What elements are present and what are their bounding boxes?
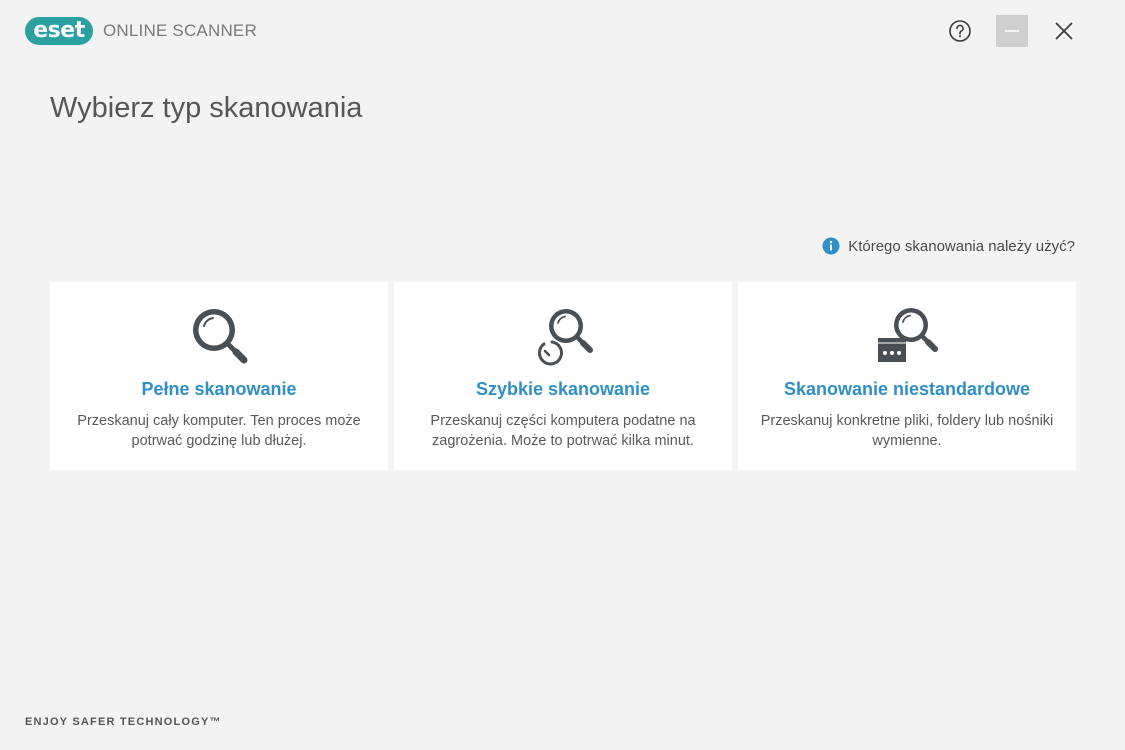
card-description: Przeskanuj konkretne pliki, foldery lub … [760,413,1054,449]
full-scan-card[interactable]: Pełne skanowanie Przeskanuj cały kompute… [50,282,388,470]
app-window: eset ONLINE SCANNER Wybierz typ skanowan… [0,0,1125,750]
logo-badge: eset [25,17,93,45]
card-title: Szybkie skanowanie [475,379,651,399]
card-description: Przeskanuj cały komputer. Ten proces moż… [77,413,361,449]
scan-type-cards: Pełne skanowanie Przeskanuj cały kompute… [50,282,1076,470]
custom-scan-card[interactable]: Skanowanie niestandardowe Przeskanuj kon… [738,282,1076,470]
minimize-icon [1005,30,1019,32]
help-link-text: Którego skanowania należy użyć? [848,237,1075,255]
close-icon [1055,22,1073,40]
quick-scan-card[interactable]: Szybkie skanowanie Przeskanuj części kom… [394,282,732,470]
card-title: Pełne skanowanie [141,379,297,399]
eset-logo: eset ONLINE SCANNER [25,17,257,45]
magnifier-clock-icon [537,309,593,366]
info-icon [822,237,840,255]
question-circle-icon [949,20,971,42]
close-button[interactable] [1048,15,1080,47]
product-name: ONLINE SCANNER [103,21,257,40]
help-button[interactable] [944,15,976,47]
magnifier-window-icon [878,308,938,362]
page-title: Wybierz typ skanowania [50,92,363,124]
minimize-button[interactable] [996,15,1028,47]
card-description: Przeskanuj części komputera podatne na z… [430,413,696,449]
magnifier-icon [193,309,248,364]
card-title: Skanowanie niestandardowe [783,379,1031,399]
footer-tagline: ENJOY SAFER TECHNOLOGY™ [25,716,222,728]
which-scan-help-link[interactable]: Którego skanowania należy użyć? [822,237,1075,255]
